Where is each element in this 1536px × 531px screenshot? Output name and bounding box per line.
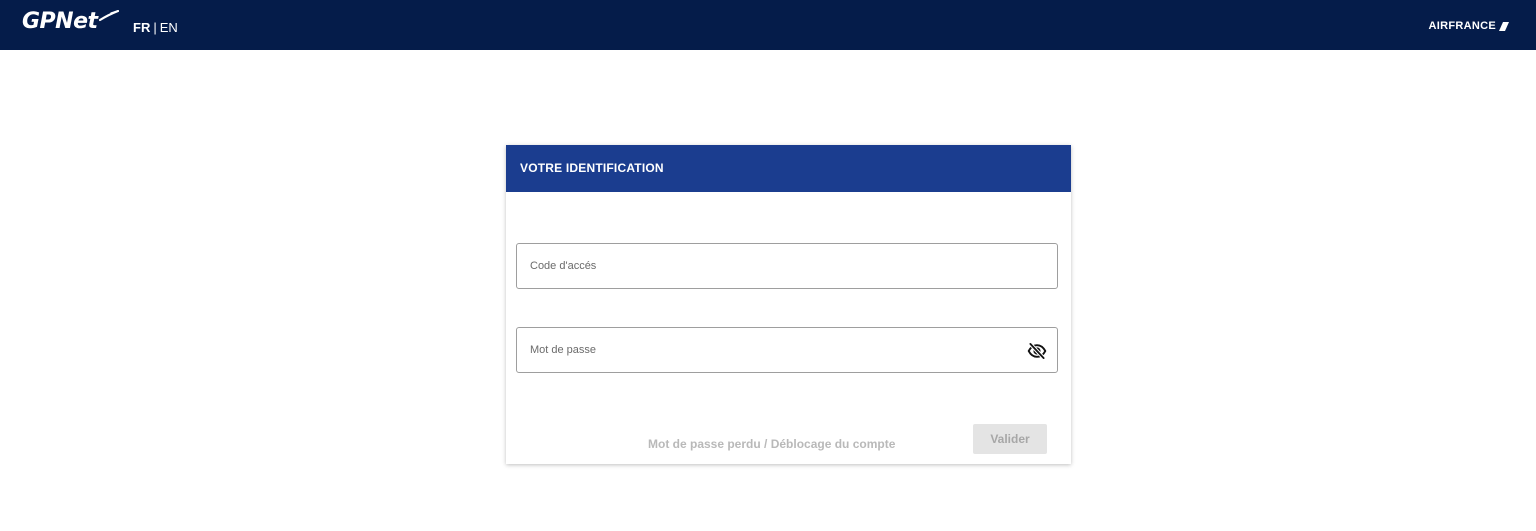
access-code-input[interactable] <box>517 244 1057 288</box>
plane-swoosh-icon <box>98 10 119 22</box>
eye-off-icon[interactable] <box>1027 341 1047 361</box>
password-input[interactable] <box>517 328 1057 372</box>
forgot-password-link[interactable]: Mot de passe perdu / Déblocage du compte <box>648 437 895 451</box>
language-switcher: FR | EN <box>133 20 178 35</box>
login-card: VOTRE IDENTIFICATION Mot de passe perdu … <box>506 145 1071 464</box>
login-title: VOTRE IDENTIFICATION <box>520 161 664 175</box>
brand-text: AIRFRANCE <box>1428 20 1496 32</box>
login-card-header: VOTRE IDENTIFICATION <box>506 145 1071 192</box>
lang-separator: | <box>153 20 157 35</box>
lang-fr-link[interactable]: FR <box>133 20 150 35</box>
access-code-field <box>516 243 1058 289</box>
airfrance-logo: AIRFRANCE <box>1429 20 1509 32</box>
submit-button[interactable]: Valider <box>973 424 1047 454</box>
logo-text: GPNet <box>22 9 98 34</box>
top-header-bar: GPNet FR | EN AIRFRANCE <box>0 0 1536 50</box>
password-field <box>516 327 1058 373</box>
gpnet-logo[interactable]: GPNet <box>22 9 119 34</box>
airfrance-stripe-icon <box>1499 21 1509 31</box>
lang-en-link[interactable]: EN <box>160 20 178 35</box>
